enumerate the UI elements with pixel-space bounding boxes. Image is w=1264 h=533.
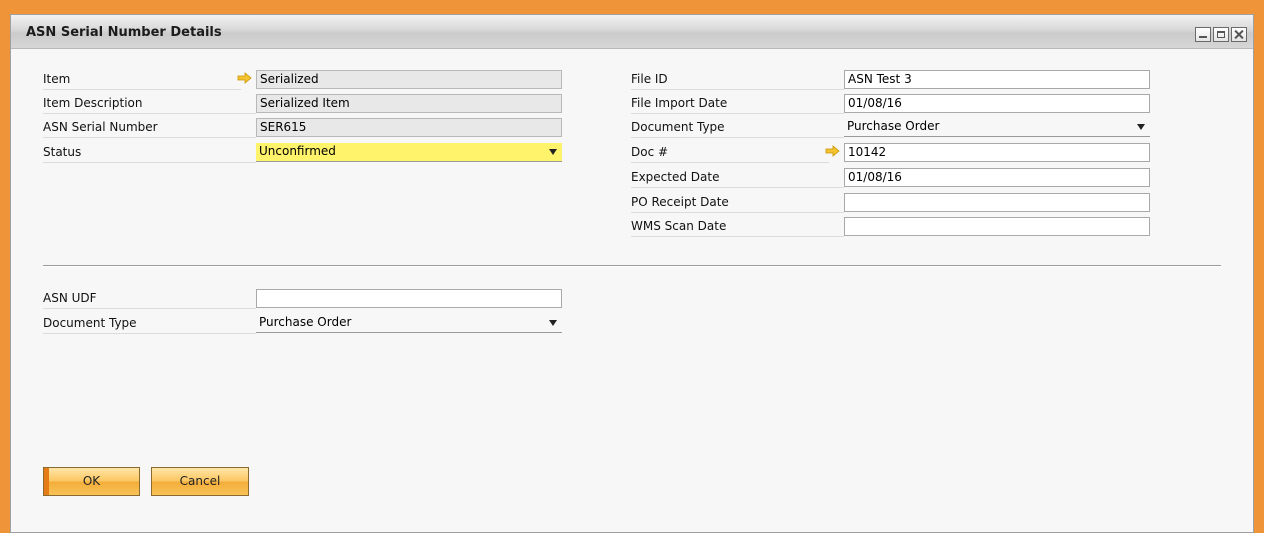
status-dropdown[interactable]: Unconfirmed <box>256 143 562 162</box>
item-description-label: Item Description <box>43 92 256 114</box>
doc-number-label: Doc # <box>631 141 829 163</box>
asn-serial-number-field[interactable]: SER615 <box>256 118 562 137</box>
file-id-label: File ID <box>631 68 844 90</box>
close-icon[interactable] <box>1231 27 1247 42</box>
document-type-value: Purchase Order <box>847 119 940 133</box>
section-divider <box>43 265 1221 267</box>
link-arrow-icon[interactable] <box>237 72 252 84</box>
ok-button[interactable]: OK <box>43 467 140 496</box>
chevron-down-icon[interactable] <box>1137 124 1145 130</box>
document-type-label: Document Type <box>631 116 844 138</box>
asn-serial-number-details-window: ASN Serial Number Details Item Serialize… <box>10 14 1254 533</box>
document-type-dropdown[interactable]: Purchase Order <box>844 118 1150 137</box>
file-import-date-label: File Import Date <box>631 92 844 114</box>
status-value: Unconfirmed <box>259 144 336 158</box>
title-bar[interactable]: ASN Serial Number Details <box>11 15 1253 49</box>
chevron-down-icon[interactable] <box>549 149 557 155</box>
item-field[interactable]: Serialized <box>256 70 562 89</box>
status-label: Status <box>43 141 256 163</box>
expected-date-field[interactable]: 01/08/16 <box>844 168 1150 187</box>
item-description-field[interactable]: Serialized Item <box>256 94 562 113</box>
asn-udf-field[interactable] <box>256 289 562 308</box>
item-label: Item <box>43 68 241 90</box>
link-arrow-icon[interactable] <box>825 145 840 157</box>
expected-date-label: Expected Date <box>631 166 844 188</box>
udf-document-type-value: Purchase Order <box>259 315 352 329</box>
file-import-date-field[interactable]: 01/08/16 <box>844 94 1150 113</box>
file-id-field[interactable]: ASN Test 3 <box>844 70 1150 89</box>
wms-scan-date-label: WMS Scan Date <box>631 215 844 237</box>
udf-document-type-label: Document Type <box>43 312 256 334</box>
minimize-icon[interactable] <box>1195 27 1211 42</box>
chevron-down-icon[interactable] <box>549 320 557 326</box>
maximize-icon[interactable] <box>1213 27 1229 42</box>
udf-document-type-dropdown[interactable]: Purchase Order <box>256 314 562 333</box>
window-title: ASN Serial Number Details <box>26 25 222 40</box>
cancel-button[interactable]: Cancel <box>151 467 249 496</box>
po-receipt-date-label: PO Receipt Date <box>631 191 844 213</box>
wms-scan-date-field[interactable] <box>844 217 1150 236</box>
window-controls <box>1195 27 1247 42</box>
asn-serial-number-label: ASN Serial Number <box>43 116 256 138</box>
po-receipt-date-field[interactable] <box>844 193 1150 212</box>
doc-number-field[interactable]: 10142 <box>844 143 1150 162</box>
asn-udf-label: ASN UDF <box>43 287 256 309</box>
